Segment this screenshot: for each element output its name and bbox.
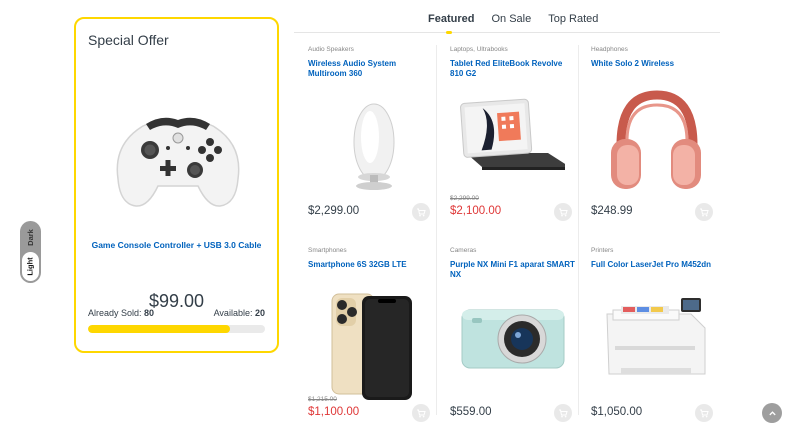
add-to-cart-button[interactable] [412,404,430,422]
product-card[interactable]: Audio Speakers Wireless Audio System Mul… [308,46,442,241]
product-price: $1,050.00 [591,406,643,418]
active-tab-indicator [446,31,452,34]
product-title-link[interactable]: White Solo 2 Wireless [591,59,716,69]
add-to-cart-button[interactable] [554,203,572,221]
product-category[interactable]: Laptops, Ultrabooks [450,46,508,53]
cart-icon [559,409,568,418]
smartphone-image[interactable] [318,288,423,403]
game-controller-image[interactable] [98,74,258,239]
special-offer-product-link[interactable]: Game Console Controller + USB 3.0 Cable [76,240,277,250]
tab-top-rated[interactable]: Top Rated [548,13,598,25]
available-count: Available: 20 [213,308,265,318]
tab-featured[interactable]: Featured [428,13,474,25]
cart-icon [417,208,426,217]
product-card[interactable]: Headphones White Solo 2 Wireless $248.99 [591,46,725,241]
product-title-link[interactable]: Wireless Audio System Multiroom 360 [308,59,433,79]
product-category[interactable]: Cameras [450,247,476,254]
product-price: $248.99 [591,205,633,217]
product-title-link[interactable]: Smartphone 6S 32GB LTE [308,260,433,270]
product-title-link[interactable]: Full Color LaserJet Pro M452dn [591,260,716,270]
product-price: $559.00 [450,406,492,418]
product-price: $2,299.00 [308,205,360,217]
speaker-image[interactable] [318,87,423,202]
product-category[interactable]: Printers [591,247,613,254]
printer-image[interactable] [601,288,706,403]
add-to-cart-button[interactable] [695,203,713,221]
special-offer-title: Special Offer [88,32,169,48]
add-to-cart-button[interactable] [554,404,572,422]
product-category[interactable]: Headphones [591,46,628,53]
product-tabs: Featured On Sale Top Rated [428,13,598,25]
sold-progress-fill [88,325,230,333]
sold-progress-bar [88,325,265,333]
product-title-link[interactable]: Tablet Red EliteBook Revolve 810 G2 [450,59,575,79]
chevron-up-icon [768,410,776,415]
product-card[interactable]: Laptops, Ultrabooks Tablet Red EliteBook… [450,46,584,241]
theme-toggle[interactable]: Dark Light [20,221,41,283]
already-sold: Already Sold: 80 [88,308,155,318]
scroll-to-top-button[interactable] [762,403,782,423]
cart-icon [559,208,568,217]
add-to-cart-button[interactable] [695,404,713,422]
product-card[interactable]: Cameras Purple NX Mini F1 aparat SMART N… [450,247,584,442]
product-title-link[interactable]: Purple NX Mini F1 aparat SMART NX [450,260,575,280]
product-old-price: $1,215.00 [308,396,337,403]
special-offer-card: Special Offer Game Console Controller + … [74,17,279,353]
tablet-image[interactable] [460,87,565,202]
add-to-cart-button[interactable] [412,203,430,221]
headphones-image[interactable] [601,87,706,202]
product-price: $2,100.00 [450,205,502,217]
cart-icon [417,409,426,418]
product-card[interactable]: Printers Full Color LaserJet Pro M452dn … [591,247,725,442]
product-category[interactable]: Audio Speakers [308,46,354,53]
cart-icon [700,409,709,418]
product-card[interactable]: Smartphones Smartphone 6S 32GB LTE $1,21… [308,247,442,442]
theme-light-option[interactable]: Light [22,252,39,281]
cart-icon [700,208,709,217]
camera-image[interactable] [460,288,565,403]
product-price: $1,100.00 [308,406,360,418]
tabs-divider [294,32,720,33]
product-category[interactable]: Smartphones [308,247,347,254]
tab-on-sale[interactable]: On Sale [491,13,531,25]
product-old-price: $2,299.00 [450,195,479,202]
theme-dark-option[interactable]: Dark [20,223,41,251]
